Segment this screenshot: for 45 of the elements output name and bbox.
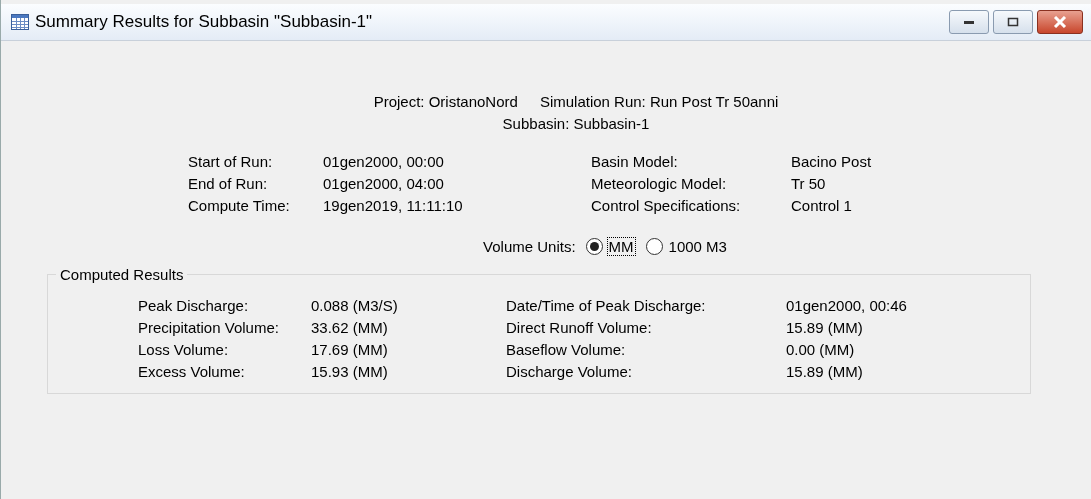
result-value: 15.89 (MM) — [786, 362, 864, 382]
info-value: 19gen2019, 11:11:10 — [323, 196, 464, 216]
table-icon — [11, 14, 29, 30]
maximize-icon — [1007, 17, 1019, 27]
window-title: Summary Results for Subbasin "Subbasin-1" — [35, 12, 374, 32]
minimize-icon — [963, 19, 975, 25]
result-label: Excess Volume: — [138, 362, 246, 382]
result-value: 33.62 (MM) — [311, 318, 389, 338]
result-value: 0.00 (MM) — [786, 340, 856, 360]
info-label: Control Specifications: — [591, 196, 742, 216]
info-label: End of Run: — [188, 174, 269, 194]
result-label: Direct Runoff Volume: — [506, 318, 653, 338]
result-label: Discharge Volume: — [506, 362, 633, 382]
info-value: 01gen2000, 04:00 — [323, 174, 445, 194]
result-value: 0.088 (M3/S) — [311, 296, 399, 316]
result-label: Baseflow Volume: — [506, 340, 627, 360]
info-label: Compute Time: — [188, 196, 291, 216]
result-value: 15.93 (MM) — [311, 362, 389, 382]
result-label: Peak Discharge: — [138, 296, 250, 316]
result-label: Date/Time of Peak Discharge: — [506, 296, 707, 316]
info-label: Start of Run: — [188, 152, 274, 172]
group-title: Computed Results — [59, 266, 185, 283]
result-value: 17.69 (MM) — [311, 340, 389, 360]
maximize-button[interactable] — [993, 10, 1033, 34]
radio-button[interactable] — [585, 238, 603, 255]
info-label: Meteorologic Model: — [591, 174, 728, 194]
simulation-run-label: Simulation Run: Run Post Tr 50anni — [539, 92, 779, 112]
info-label: Basin Model: — [591, 152, 679, 172]
result-value: 15.89 (MM) — [786, 318, 864, 338]
info-value: Tr 50 — [791, 174, 827, 194]
info-value: Control 1 — [791, 196, 853, 216]
radio-button[interactable] — [645, 238, 663, 255]
result-label: Loss Volume: — [138, 340, 230, 360]
result-label: Precipitation Volume: — [138, 318, 280, 338]
volume-units-label: Volume Units: — [483, 238, 576, 255]
info-value: 01gen2000, 00:00 — [323, 152, 445, 172]
close-button[interactable] — [1037, 10, 1083, 34]
close-icon — [1053, 16, 1067, 28]
radio-label[interactable]: MM — [606, 237, 636, 256]
subbasin-label: Subbasin: Subbasin-1 — [502, 114, 650, 134]
project-label: Project: OristanoNord — [373, 92, 518, 112]
info-value: Bacino Post — [791, 152, 873, 172]
minimize-button[interactable] — [949, 10, 989, 34]
radio-label[interactable]: 1000 M3 — [666, 237, 729, 256]
result-value: 01gen2000, 00:46 — [786, 296, 908, 316]
